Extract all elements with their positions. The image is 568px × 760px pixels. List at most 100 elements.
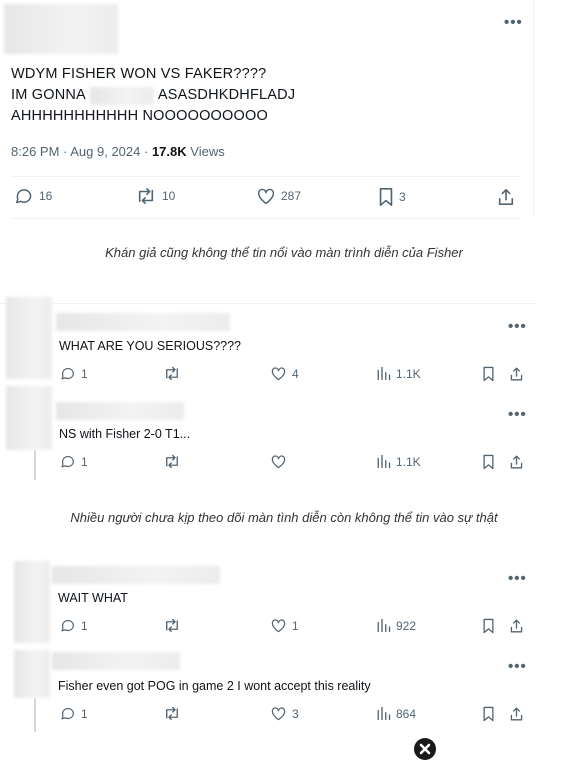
like-button[interactable]: 3: [270, 706, 299, 721]
bookmark-icon: [483, 618, 494, 634]
caption-1: Khán giả cũng không thể tin nổi vào màn …: [105, 245, 463, 260]
share-icon: [510, 619, 523, 633]
avatar-blurred: [14, 561, 50, 643]
reply-button[interactable]: 1: [60, 706, 88, 721]
share-button[interactable]: [497, 187, 515, 207]
reply-button[interactable]: 1: [60, 366, 88, 381]
repost-button[interactable]: [163, 366, 181, 381]
username-blurred: [52, 566, 220, 584]
thread-line: [34, 698, 36, 732]
repost-icon: [138, 187, 154, 205]
heart-icon: [257, 188, 275, 205]
card-right-border: [533, 0, 534, 218]
close-button[interactable]: [414, 738, 436, 760]
post-timestamp[interactable]: 8:26 PM · Aug 9, 2024 ·: [11, 144, 148, 159]
reply-count: 1: [81, 366, 88, 381]
views-chart-icon: [377, 618, 391, 633]
repost-icon: [166, 618, 178, 633]
views-count: 1.1K: [396, 366, 421, 381]
reply-button[interactable]: 16: [14, 187, 52, 205]
bookmark-icon: [483, 366, 494, 382]
repost-icon: [166, 366, 178, 381]
bookmark-icon: [379, 188, 393, 206]
reply-text: WAIT WHAT: [58, 591, 128, 605]
repost-count: 10: [162, 189, 176, 203]
repost-icon: [166, 454, 178, 469]
more-options-icon[interactable]: •••: [508, 570, 527, 587]
thread-line: [34, 450, 36, 480]
repost-button[interactable]: [163, 618, 181, 633]
reply-icon: [61, 707, 74, 720]
share-button[interactable]: [509, 454, 524, 470]
like-count: 1: [292, 618, 299, 633]
reply-icon: [61, 619, 74, 632]
username-blurred: [56, 402, 184, 420]
like-button[interactable]: 287: [256, 187, 301, 205]
heart-icon: [271, 455, 286, 469]
more-options-icon[interactable]: •••: [508, 658, 527, 675]
repost-button[interactable]: [163, 706, 181, 721]
caption-2: Nhiều người chưa kịp theo dõi màn tình d…: [70, 510, 498, 525]
reply-icon: [61, 455, 74, 468]
views-chart-icon: [377, 454, 391, 469]
views-label: Views: [190, 144, 225, 159]
reply-count: 1: [81, 618, 88, 633]
reply-count: 1: [81, 706, 88, 721]
bookmark-button[interactable]: 3: [378, 187, 406, 207]
like-button[interactable]: 1: [270, 618, 299, 633]
bookmark-button[interactable]: [482, 618, 495, 634]
heart-icon: [271, 619, 286, 633]
bookmark-count: 3: [399, 190, 406, 204]
like-count: 3: [292, 706, 299, 721]
like-count: 287: [281, 189, 302, 203]
reply-button[interactable]: 1: [60, 454, 88, 469]
like-button[interactable]: 4: [270, 366, 299, 381]
username-blurred: [52, 652, 180, 670]
repost-button[interactable]: 10: [135, 187, 175, 205]
like-count: 4: [292, 366, 299, 381]
avatar-blurred: [14, 650, 50, 698]
views-chart-icon: [377, 706, 391, 721]
repost-icon: [166, 706, 178, 721]
censored-text: [89, 86, 154, 105]
bookmark-icon: [483, 706, 494, 722]
bookmark-button[interactable]: [482, 706, 495, 722]
post-line-2: IM GONNA ASASDHKDHFLADJ: [11, 86, 296, 105]
close-icon: [419, 743, 431, 755]
reply-text: Fisher even got POG in game 2 I wont acc…: [58, 679, 371, 693]
more-options-icon[interactable]: •••: [508, 318, 527, 335]
more-options-icon[interactable]: •••: [504, 14, 523, 31]
reply-icon: [15, 189, 32, 204]
more-options-icon[interactable]: •••: [508, 406, 527, 423]
views-count: 17.8K: [151, 144, 187, 159]
share-button[interactable]: [509, 366, 524, 382]
reply-count: 16: [39, 189, 53, 203]
views-button[interactable]: 1.1K: [376, 454, 421, 469]
avatar-blurred: [6, 386, 52, 450]
avatar-blurred: [4, 4, 118, 54]
bookmark-button[interactable]: [482, 454, 495, 470]
views-button[interactable]: 922: [376, 618, 416, 633]
views-count: 922: [396, 618, 417, 633]
bookmark-button[interactable]: [482, 366, 495, 382]
share-button[interactable]: [509, 706, 524, 722]
bookmark-icon: [483, 454, 494, 470]
share-button[interactable]: [509, 618, 524, 634]
share-icon: [498, 188, 514, 206]
heart-icon: [271, 367, 286, 381]
views-button[interactable]: 1.1K: [376, 366, 421, 381]
views-count: 864: [396, 706, 417, 721]
repost-button[interactable]: [163, 454, 181, 469]
reply-button[interactable]: 1: [60, 618, 88, 633]
views-button[interactable]: 864: [376, 706, 416, 721]
post-meta: 8:26 PM · Aug 9, 2024 · 17.8K Views: [11, 144, 225, 159]
heart-icon: [271, 707, 286, 721]
share-icon: [510, 707, 523, 721]
post-text: WDYM FISHER WON VS FAKER???? IM GONNA AS…: [11, 64, 511, 127]
views-chart-icon: [377, 366, 391, 381]
views-count: 1.1K: [396, 454, 421, 469]
post-line-1: WDYM FISHER WON VS FAKER????: [11, 66, 267, 82]
like-button[interactable]: [270, 454, 287, 469]
post-line-3: AHHHHHHHHHHH NOOOOOOOOOO: [11, 108, 268, 124]
reply-text: NS with Fisher 2-0 T1...: [59, 427, 191, 441]
